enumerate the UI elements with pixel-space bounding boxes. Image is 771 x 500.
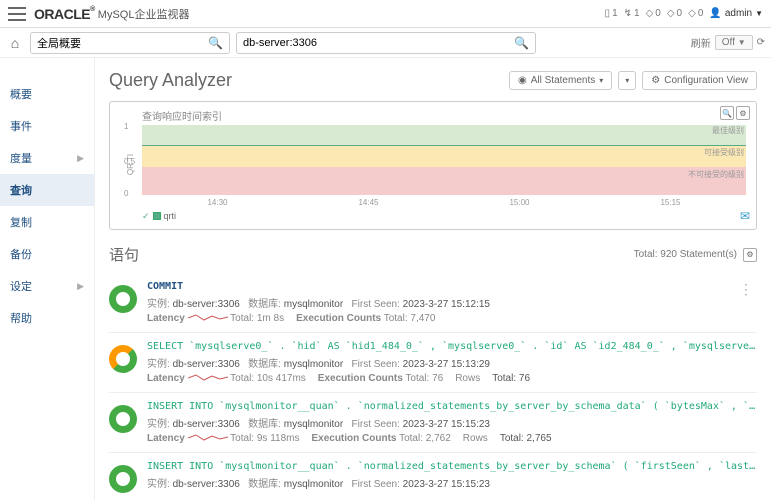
menu-icon[interactable] [8, 7, 26, 21]
statement-meta: 实例: db-server:3306 数据库: mysqlmonitor Fir… [147, 295, 757, 310]
refresh-label: 刷新 [691, 35, 711, 50]
statement-meta: 实例: db-server:3306 数据库: mysqlmonitor Fir… [147, 475, 757, 490]
global-search[interactable]: 🔍 [30, 32, 230, 54]
sidebar: 概要事件度量▶查询复制备份设定▶帮助 [0, 58, 95, 500]
refresh-toggle[interactable]: Off ▼ [715, 35, 753, 50]
sql-text: COMMIT [147, 281, 757, 292]
y-tick: 1 [124, 122, 128, 131]
more-icon[interactable]: ⋮ [739, 281, 753, 298]
filter-dropdown[interactable]: ◉ All Statements ▾ [509, 71, 612, 90]
statements-settings-icon[interactable]: ⚙ [743, 248, 757, 262]
status-warn: ◇ 0 [646, 8, 661, 19]
x-tick: 14:30 [207, 198, 227, 207]
sidebar-item[interactable]: 度量▶ [0, 142, 94, 174]
sidebar-item[interactable]: 查询 [0, 174, 94, 206]
statement-metrics: Latency Total: 10s 417msExecution Counts… [147, 373, 757, 384]
sidebar-item[interactable]: 帮助 [0, 302, 94, 334]
sidebar-item[interactable]: 概要 [0, 78, 94, 110]
x-tick: 14:45 [358, 198, 378, 207]
home-icon[interactable]: ⌂ [6, 35, 24, 51]
chart-settings-icon[interactable]: ⚙ [736, 106, 750, 120]
statement-metrics: Latency Total: 1m 8sExecution Counts Tot… [147, 313, 757, 324]
sql-text: INSERT INTO `mysqlmonitor__quan` . `norm… [147, 461, 757, 472]
status-host: ▯ 1 [605, 8, 618, 19]
y-tick: 0.5 [124, 157, 135, 166]
sidebar-item[interactable]: 复制 [0, 206, 94, 238]
sidebar-item[interactable]: 备份 [0, 238, 94, 270]
sql-text: INSERT INTO `mysqlmonitor__quan` . `norm… [147, 401, 757, 412]
chart-title: 查询响应时间索引 [116, 108, 750, 123]
brand-logo: ORACLE® [34, 6, 95, 22]
y-tick: 0 [124, 189, 128, 198]
statement-row[interactable]: SELECT `mysqlserve0_` . `hid` AS `hid1_4… [109, 333, 757, 393]
status-link: ↯ 1 [624, 8, 640, 19]
latency-donut-icon [109, 285, 137, 313]
target-search-input[interactable] [243, 37, 529, 49]
latency-donut-icon [109, 405, 137, 433]
status-info: ◇ 0 [667, 8, 682, 19]
config-view-button[interactable]: ⚙ Configuration View [642, 71, 757, 90]
target-search[interactable]: 🔍 [236, 32, 536, 54]
search-icon: 🔍 [514, 36, 529, 50]
statements-title: 语句 [109, 244, 139, 265]
statement-row[interactable]: COMMIT 实例: db-server:3306 数据库: mysqlmonit… [109, 273, 757, 333]
sql-text: SELECT `mysqlserve0_` . `hid` AS `hid1_4… [147, 341, 757, 352]
chart-zoom-icon[interactable]: 🔍 [720, 106, 734, 120]
page-title: Query Analyzer [109, 70, 232, 91]
legend-label: qrti [164, 211, 177, 221]
product-name: MySQL企业监视器 [98, 6, 190, 22]
status-other: ◇ 0 [688, 8, 703, 19]
statement-meta: 实例: db-server:3306 数据库: mysqlmonitor Fir… [147, 355, 757, 370]
global-search-input[interactable] [37, 37, 223, 49]
latency-donut-icon [109, 465, 137, 493]
statement-metrics: Latency Total: 9s 118msExecution Counts … [147, 433, 757, 444]
qrti-chart: 🔍 ⚙ 查询响应时间索引 QR TI 1 0.5 0 最佳级别 可接受级别 不可… [109, 101, 757, 230]
statement-meta: 实例: db-server:3306 数据库: mysqlmonitor Fir… [147, 415, 757, 430]
x-tick: 15:15 [660, 198, 680, 207]
latency-donut-icon [109, 345, 137, 373]
chart-mail-icon[interactable]: ✉ [740, 209, 750, 223]
user-menu[interactable]: 👤 admin ▼ [709, 8, 763, 19]
sidebar-item[interactable]: 事件 [0, 110, 94, 142]
statement-row[interactable]: INSERT INTO `mysqlmonitor__quan` . `norm… [109, 393, 757, 453]
x-tick: 15:00 [509, 198, 529, 207]
statement-row[interactable]: INSERT INTO `mysqlmonitor__quan` . `norm… [109, 453, 757, 500]
search-icon: 🔍 [208, 36, 223, 50]
qrti-line [142, 145, 746, 146]
sidebar-item[interactable]: 设定▶ [0, 270, 94, 302]
refresh-icon[interactable]: ⟳ [757, 37, 765, 48]
statements-total: Total: 920 Statement(s) [634, 249, 737, 260]
dropdown-toggle[interactable]: ▾ [618, 71, 636, 90]
